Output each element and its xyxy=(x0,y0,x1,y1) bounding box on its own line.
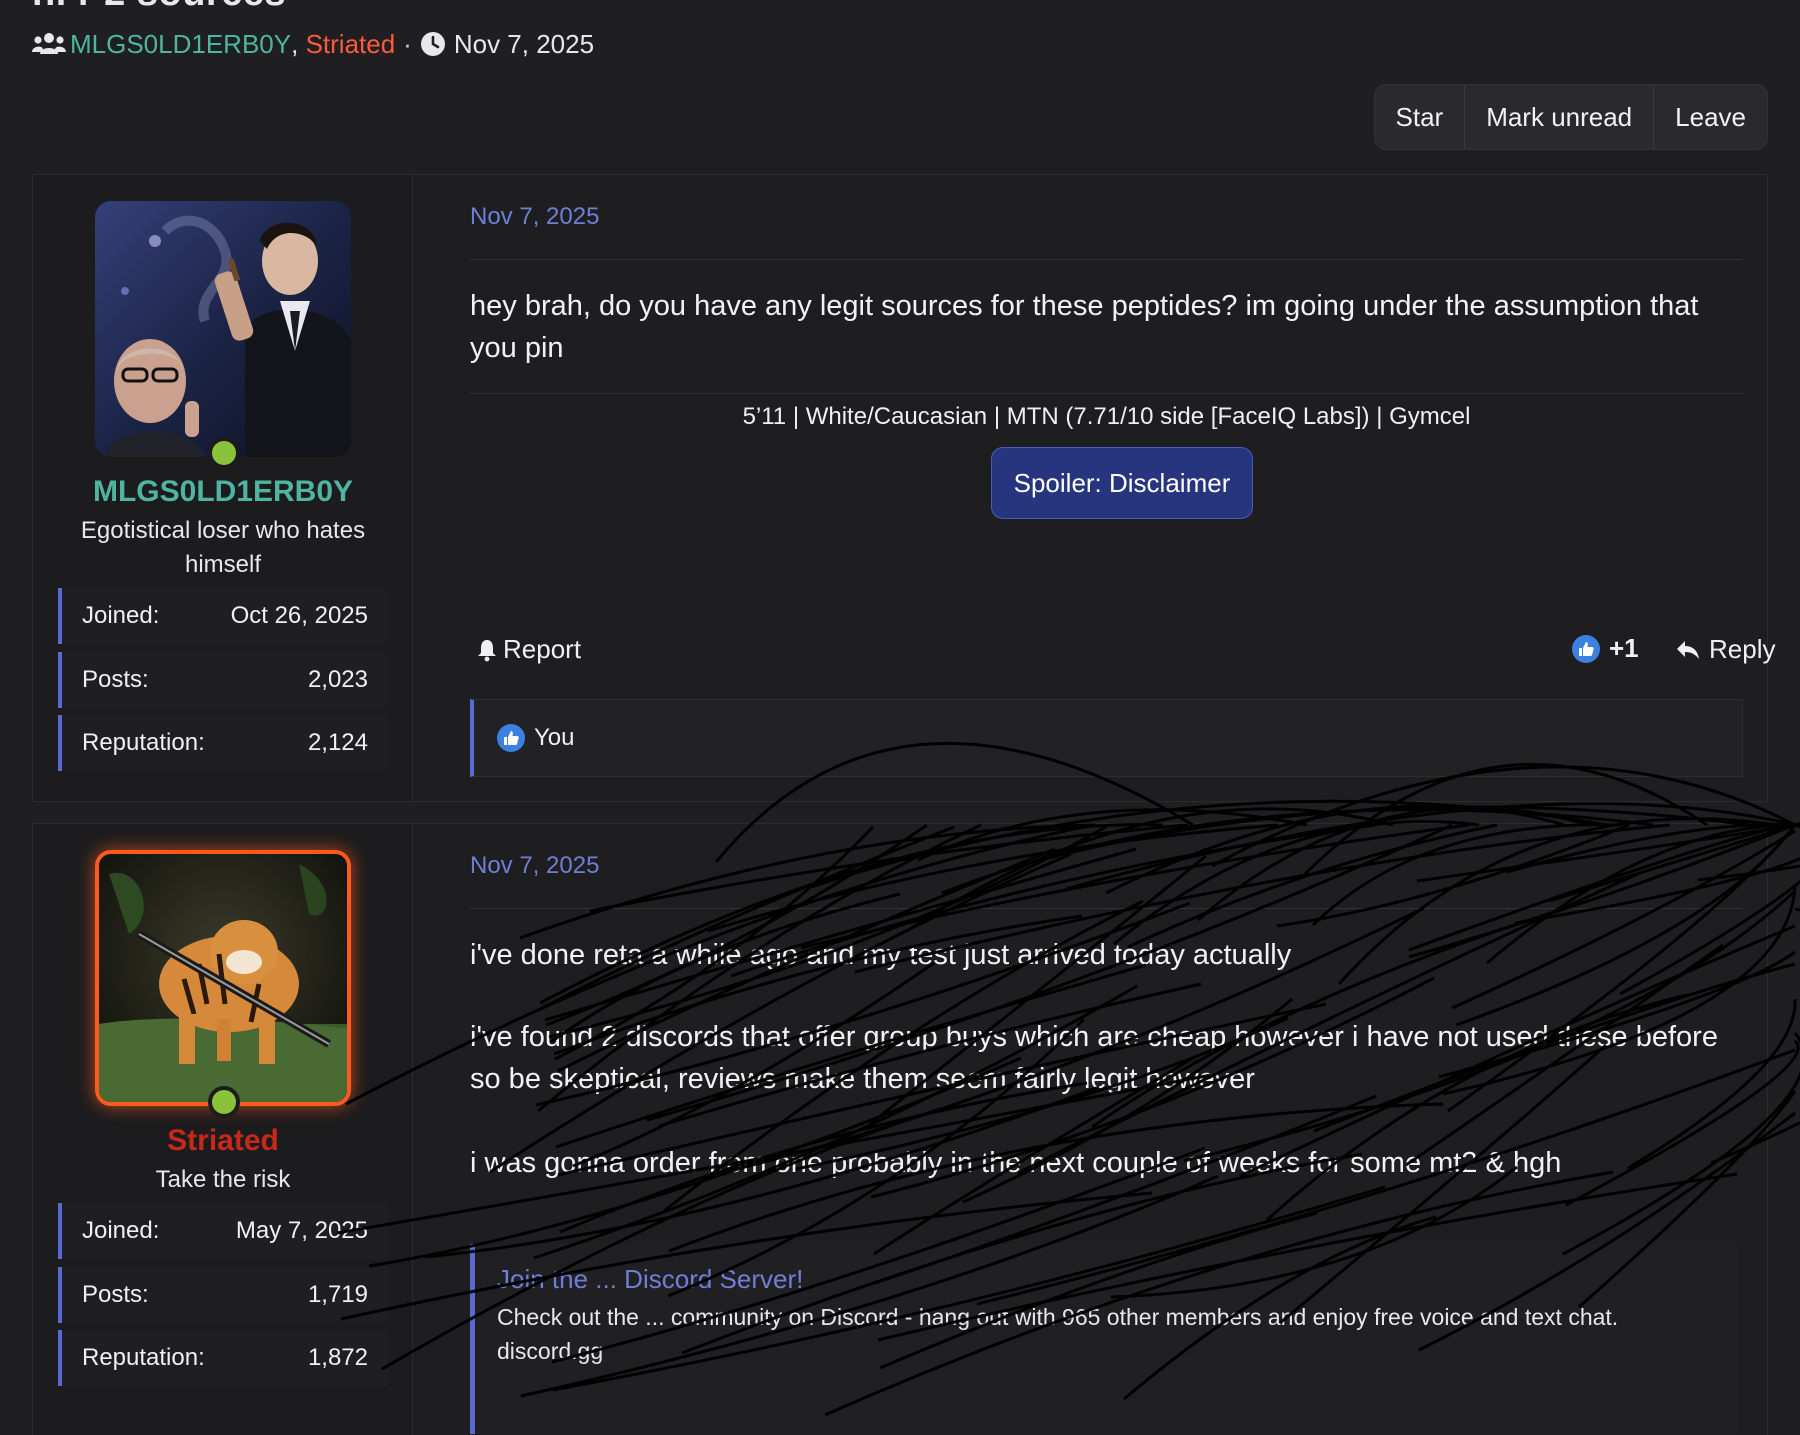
page: hi r 2 sources MLGS0LD1ERB0Y , Striated … xyxy=(0,0,1800,1435)
thread-date: Nov 7, 2025 xyxy=(453,28,595,59)
stat-posts: Posts: 1,719 xyxy=(58,1267,388,1323)
thread-actions: Star Mark unread Leave xyxy=(1373,84,1768,150)
stat-value[interactable]: 1,719 xyxy=(308,1281,368,1309)
reply-label: Reply xyxy=(1709,634,1776,664)
stat-value[interactable]: 2,023 xyxy=(308,666,368,694)
thread-meta: MLGS0LD1ERB0Y , Striated · Nov 7, 2025 xyxy=(32,27,594,61)
stat-value: Oct 26, 2025 xyxy=(230,602,368,629)
message-content: Nov 7, 2025 i've done reta a while ago a… xyxy=(413,824,1767,1435)
avatar-image xyxy=(95,201,351,457)
username-link[interactable]: MLGS0LD1ERB0Y xyxy=(33,475,413,509)
post-body: hey brah, do you have any legit sources … xyxy=(470,290,1699,364)
stat-label: Reputation: xyxy=(82,729,205,756)
users-icon xyxy=(32,33,66,54)
stat-label: Joined: xyxy=(82,1217,160,1244)
avatar[interactable] xyxy=(95,850,351,1106)
stat-joined: Joined: Oct 26, 2025 xyxy=(58,588,388,644)
stat-label: Posts: xyxy=(82,1281,149,1308)
report-label: Report xyxy=(503,634,582,664)
meta-separator: · xyxy=(403,28,412,59)
post-body-line: i've found 2 discords that offer group b… xyxy=(470,1021,1718,1095)
reactions-list[interactable]: You xyxy=(470,699,1743,777)
message-post: Striated Take the risk Joined: May 7, 20… xyxy=(32,823,1768,1435)
reaction-count: +1 xyxy=(1609,633,1639,663)
embed-link[interactable]: discord.gg xyxy=(497,1334,1717,1368)
online-status-dot xyxy=(208,437,240,469)
reply-button[interactable]: Reply xyxy=(1675,634,1775,665)
message-content: Nov 7, 2025 hey brah, do you have any le… xyxy=(413,175,1775,801)
report-link[interactable]: Report xyxy=(475,634,581,665)
divider xyxy=(470,259,1743,260)
discord-embed[interactable]: Join the ... Discord Server! Check out t… xyxy=(470,1244,1739,1434)
signature-divider xyxy=(470,393,1743,394)
divider xyxy=(470,908,1743,909)
stat-joined: Joined: May 7, 2025 xyxy=(58,1203,388,1259)
username-link[interactable]: Striated xyxy=(33,1124,413,1158)
message-post: MLGS0LD1ERB0Y Egotistical loser who hate… xyxy=(32,174,1775,802)
participant-link[interactable]: MLGS0LD1ERB0Y xyxy=(70,29,291,60)
message-user-panel: Striated Take the risk Joined: May 7, 20… xyxy=(33,824,413,1435)
online-status-dot xyxy=(208,1086,240,1118)
post-date-link[interactable]: Nov 7, 2025 xyxy=(470,852,599,880)
leave-button[interactable]: Leave xyxy=(1653,85,1767,149)
avatar-container[interactable] xyxy=(95,201,351,469)
stat-reputation: Reputation: 2,124 xyxy=(58,715,388,771)
embed-description: Check out the ... community on Discord -… xyxy=(497,1304,1619,1330)
liked-by-user[interactable]: You xyxy=(534,724,575,752)
clock-icon xyxy=(420,32,445,56)
stat-label: Reputation: xyxy=(82,1344,205,1371)
stat-label: Joined: xyxy=(82,602,160,629)
mark-unread-button[interactable]: Mark unread xyxy=(1464,85,1653,149)
avatar-container[interactable] xyxy=(95,850,351,1118)
signature: 5’11 | White/Caucasian | MTN (7.71/10 si… xyxy=(742,403,1471,430)
avatar-image xyxy=(99,854,347,1102)
embed-title[interactable]: Join the ... Discord Server! xyxy=(497,1262,1717,1296)
like-icon xyxy=(497,724,525,752)
reaction-summary[interactable]: +1 xyxy=(1571,633,1639,664)
bell-icon xyxy=(478,639,496,661)
stat-value: May 7, 2025 xyxy=(235,1217,368,1244)
post-date-link[interactable]: Nov 7, 2025 xyxy=(470,203,599,231)
star-button[interactable]: Star xyxy=(1375,85,1465,149)
stat-value: 1,872 xyxy=(307,1344,368,1371)
user-title: Egotistical loser who hates himself xyxy=(80,517,366,578)
user-title: Take the risk xyxy=(155,1166,291,1193)
avatar[interactable] xyxy=(95,201,351,457)
stat-value: 2,124 xyxy=(307,729,368,756)
post-body-line: i've done reta a while ago and my test j… xyxy=(470,939,1292,971)
message-user-panel: MLGS0LD1ERB0Y Egotistical loser who hate… xyxy=(33,175,413,801)
reply-icon xyxy=(1677,640,1699,659)
post-body-line: i was gonna order from one probably in t… xyxy=(470,1147,1562,1179)
spoiler-button[interactable]: Spoiler: Disclaimer xyxy=(991,447,1253,519)
stat-label: Posts: xyxy=(82,666,149,693)
participant-link[interactable]: Striated xyxy=(306,29,396,60)
like-icon xyxy=(1572,634,1600,663)
stat-posts: Posts: 2,023 xyxy=(58,652,388,708)
thread-title: hi r 2 sources xyxy=(32,0,286,15)
stat-reputation: Reputation: 1,872 xyxy=(58,1330,388,1386)
